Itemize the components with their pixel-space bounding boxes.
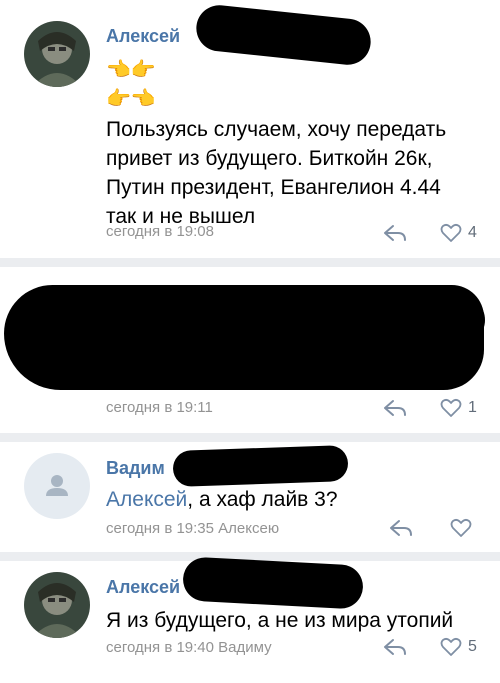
avatar[interactable] <box>24 572 90 638</box>
author-name[interactable]: Алексей <box>106 26 180 47</box>
comment-text: Я из будущего, а не из мира утопий <box>106 609 454 632</box>
comment-text: Алексей, а хаф лайв 3? <box>106 485 486 514</box>
user-placeholder-icon <box>46 475 68 496</box>
separator <box>0 258 500 267</box>
reply-icon[interactable] <box>382 398 408 418</box>
heart-icon <box>440 398 462 417</box>
like-button[interactable]: 5 <box>440 636 477 658</box>
heart-icon <box>440 223 462 242</box>
like-count: 4 <box>468 224 477 241</box>
avatar[interactable] <box>24 453 90 519</box>
avatar-image <box>24 572 90 638</box>
emoji-pointing-in: 👈👉 <box>106 59 156 81</box>
author-name[interactable]: Вадим <box>106 458 165 479</box>
redaction-mark <box>172 444 349 488</box>
comment-text-line: привет из будущего. Биткойн 26к, <box>106 147 433 170</box>
redaction-mark <box>181 556 365 610</box>
comment-text-line: Путин президент, Евангелион 4.44 <box>106 176 441 199</box>
redaction-mark <box>10 307 210 367</box>
comment-text: Пользуясь случаем, хочу передать привет … <box>106 115 486 231</box>
comment-2: сегодня в 19:11 1 <box>0 267 500 433</box>
comment-timestamp: сегодня в 19:11 <box>106 399 213 416</box>
reply-icon[interactable] <box>382 637 408 657</box>
comment-text-line: Пользуясь случаем, хочу передать <box>106 118 447 141</box>
avatar[interactable] <box>24 21 90 87</box>
redaction-mark <box>194 2 373 68</box>
comment-4: Алексей Я из будущего, а не из мира утоп… <box>0 556 500 683</box>
avatar-image <box>24 21 90 87</box>
reply-icon[interactable] <box>382 223 408 243</box>
like-count: 1 <box>468 399 477 416</box>
heart-icon <box>450 518 472 537</box>
emoji-pointing-out: 👉👈 <box>106 88 156 110</box>
heart-icon <box>440 637 462 656</box>
like-count: 5 <box>468 638 477 655</box>
like-button[interactable]: 1 <box>440 397 477 419</box>
comment-3: Вадим Алексей, а хаф лайв 3? сегодня в 1… <box>0 442 500 552</box>
comment-timestamp: сегодня в 19:40 Вадиму <box>106 639 272 656</box>
author-name[interactable]: Алексей <box>106 577 180 598</box>
comment-timestamp: сегодня в 19:08 <box>106 223 214 240</box>
comment-1: Алексей 👈👉 👉👈 Пользуясь случаем, хочу пе… <box>0 0 500 258</box>
separator <box>0 433 500 442</box>
like-button[interactable] <box>450 517 478 539</box>
redaction-mark <box>280 295 485 345</box>
reply-mention-link[interactable]: Алексей <box>106 488 187 511</box>
comment-text-body: , а хаф лайв 3? <box>187 488 338 511</box>
like-button[interactable]: 4 <box>440 222 477 244</box>
comment-timestamp: сегодня в 19:35 Алексею <box>106 520 280 537</box>
reply-icon[interactable] <box>388 518 414 538</box>
